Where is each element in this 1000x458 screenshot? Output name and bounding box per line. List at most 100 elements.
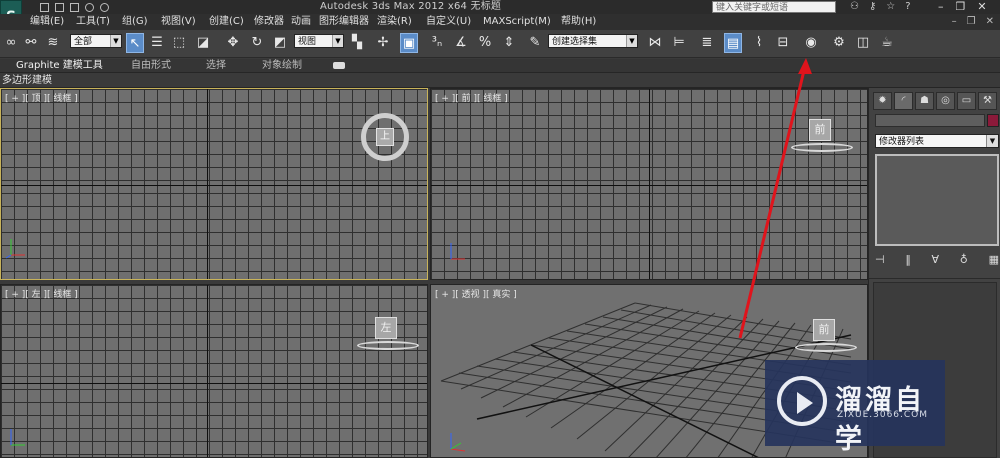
render-setup-icon[interactable]: ⚙	[830, 33, 848, 53]
chevron-down-icon: ▼	[626, 35, 637, 47]
close-icon[interactable]: ✕	[977, 0, 986, 14]
hierarchy-panel-icon[interactable]: ☗	[915, 92, 934, 110]
named-selection-sets-dropdown[interactable]: 创建选择集 ▼	[548, 34, 638, 48]
spinner-snap-icon[interactable]: ⇕	[500, 33, 518, 53]
grid-axis-x	[1, 185, 427, 186]
show-end-result-icon[interactable]: ‖	[905, 252, 911, 268]
viewport-label[interactable]: [ + ][ 透视 ][ 真实 ]	[435, 287, 517, 300]
graphite-ribbon-icon[interactable]: ▤	[724, 33, 742, 53]
menu-rendering[interactable]: 渲染(R)	[377, 14, 412, 30]
make-unique-icon[interactable]: ∀	[932, 252, 940, 268]
restore-icon[interactable]: ❐	[956, 0, 966, 14]
doc-restore-icon[interactable]: ❐	[967, 14, 976, 30]
play-logo-icon	[777, 376, 827, 426]
open-file-icon[interactable]	[55, 2, 64, 12]
modifier-list-dropdown[interactable]: 修改器列表 ▼	[875, 134, 999, 148]
viewcube-face[interactable]: 上	[376, 128, 394, 146]
rectangular-selection-icon[interactable]: ⬚	[170, 33, 188, 53]
doc-minimize-icon[interactable]: –	[952, 14, 957, 30]
configure-modifier-sets-icon[interactable]: ▦	[989, 252, 999, 268]
menu-create[interactable]: 创建(C)	[209, 14, 244, 30]
viewport-front[interactable]: [ + ][ 前 ][ 线框 ] 前	[430, 88, 868, 280]
doc-close-icon[interactable]: ✕	[986, 14, 994, 30]
select-object-icon[interactable]: ↖	[126, 33, 144, 53]
viewport-label[interactable]: [ + ][ 前 ][ 线框 ]	[435, 91, 508, 104]
viewcube[interactable]: 上	[361, 113, 409, 161]
viewcube-face[interactable]: 前	[809, 119, 831, 141]
unlink-icon[interactable]: ⚯	[22, 33, 40, 53]
pin-stack-icon[interactable]: ⊣	[875, 252, 885, 268]
display-panel-icon[interactable]: ▭	[957, 92, 976, 110]
viewcube-face[interactable]: 前	[813, 319, 835, 341]
viewcube[interactable]: 前	[791, 113, 855, 159]
modifier-stack[interactable]	[875, 154, 999, 246]
viewport-grid	[1, 89, 427, 279]
menu-graph-editors[interactable]: 图形编辑器	[319, 14, 369, 30]
remove-modifier-icon[interactable]: ♁	[960, 252, 968, 268]
favorites-star-icon[interactable]: ☆	[886, 0, 895, 14]
keyboard-shortcut-override-icon[interactable]: ▣	[400, 33, 418, 53]
tab-freeform[interactable]: 自由形式	[131, 59, 171, 73]
material-editor-icon[interactable]: ◉	[802, 33, 820, 53]
save-file-icon[interactable]	[70, 2, 79, 12]
menu-help[interactable]: 帮助(H)	[561, 14, 596, 30]
create-panel-icon[interactable]: ✹	[873, 92, 892, 110]
object-name-field[interactable]	[875, 114, 985, 127]
help-icon[interactable]: ?	[905, 0, 910, 14]
layer-manager-icon[interactable]: ≣	[698, 33, 716, 53]
search-input[interactable]: 键入关键字或短语	[712, 1, 836, 13]
viewport-label[interactable]: [ + ][ 顶 ][ 线框 ]	[5, 91, 78, 104]
minimize-icon[interactable]: –	[938, 0, 944, 14]
tab-object-paint[interactable]: 对象绘制	[262, 59, 302, 73]
render-production-icon[interactable]: ☕	[878, 33, 896, 53]
edit-named-selection-icon[interactable]: ✎	[526, 33, 544, 53]
tab-graphite-modeling[interactable]: Graphite 建模工具	[16, 59, 103, 73]
snaps-toggle-icon[interactable]: ³ₙ	[428, 33, 446, 53]
modify-panel-icon[interactable]: ◜	[894, 92, 913, 110]
angle-snap-icon[interactable]: ∡	[452, 33, 470, 53]
pivot-center-icon[interactable]: ▚	[348, 33, 366, 53]
key-icon[interactable]: ⚷	[869, 0, 876, 14]
align-icon[interactable]: ⊨	[670, 33, 688, 53]
tab-selection[interactable]: 选择	[206, 59, 226, 73]
menu-edit[interactable]: 编辑(E)	[30, 14, 64, 30]
select-by-name-icon[interactable]: ☰	[148, 33, 166, 53]
viewcube[interactable]: 前	[795, 313, 859, 359]
curve-editor-icon[interactable]: ⌇	[750, 33, 768, 53]
new-file-icon[interactable]	[40, 2, 49, 12]
viewcube-face[interactable]: 左	[375, 317, 397, 339]
select-and-manipulate-icon[interactable]: ✢	[374, 33, 392, 53]
motion-panel-icon[interactable]: ◎	[936, 92, 955, 110]
axis-tripod-icon	[450, 243, 465, 260]
menu-customize[interactable]: 自定义(U)	[426, 14, 471, 30]
link-icon[interactable]: ∞	[2, 33, 20, 53]
viewport-top[interactable]: [ + ][ 顶 ][ 线框 ] 上	[0, 88, 428, 280]
menu-group[interactable]: 组(G)	[122, 14, 148, 30]
ribbon-options-icon[interactable]	[333, 62, 345, 69]
window-crossing-icon[interactable]: ◪	[194, 33, 212, 53]
viewport-label[interactable]: [ + ][ 左 ][ 线框 ]	[5, 287, 78, 300]
percent-snap-icon[interactable]: %	[476, 33, 494, 53]
binoculars-icon[interactable]: ⚇	[850, 0, 859, 14]
menu-maxscript[interactable]: MAXScript(M)	[483, 14, 551, 30]
mirror-icon[interactable]: ⋈	[646, 33, 664, 53]
menu-modifiers[interactable]: 修改器	[254, 14, 284, 30]
object-color-swatch[interactable]	[987, 114, 999, 127]
rendered-frame-window-icon[interactable]: ◫	[854, 33, 872, 53]
schematic-view-icon[interactable]: ⊟	[774, 33, 792, 53]
viewcube[interactable]: 左	[357, 311, 421, 357]
move-icon[interactable]: ✥	[224, 33, 242, 53]
bind-space-warp-icon[interactable]: ≋	[44, 33, 62, 53]
undo-icon[interactable]	[85, 2, 94, 12]
menu-views[interactable]: 视图(V)	[161, 14, 196, 30]
rotate-icon[interactable]: ↻	[248, 33, 266, 53]
selection-filter-dropdown[interactable]: 全部 ▼	[70, 34, 122, 48]
redo-icon[interactable]	[100, 2, 109, 12]
scale-icon[interactable]: ◩	[271, 33, 289, 53]
reference-coordinate-dropdown[interactable]: 视图 ▼	[294, 34, 344, 48]
viewport-left[interactable]: [ + ][ 左 ][ 线框 ] 左	[0, 284, 428, 458]
utilities-panel-icon[interactable]: ⚒	[978, 92, 997, 110]
menu-tools[interactable]: 工具(T)	[76, 14, 110, 30]
menu-animation[interactable]: 动画	[291, 14, 311, 30]
ribbon-panel-label[interactable]: 多边形建模	[2, 73, 52, 88]
